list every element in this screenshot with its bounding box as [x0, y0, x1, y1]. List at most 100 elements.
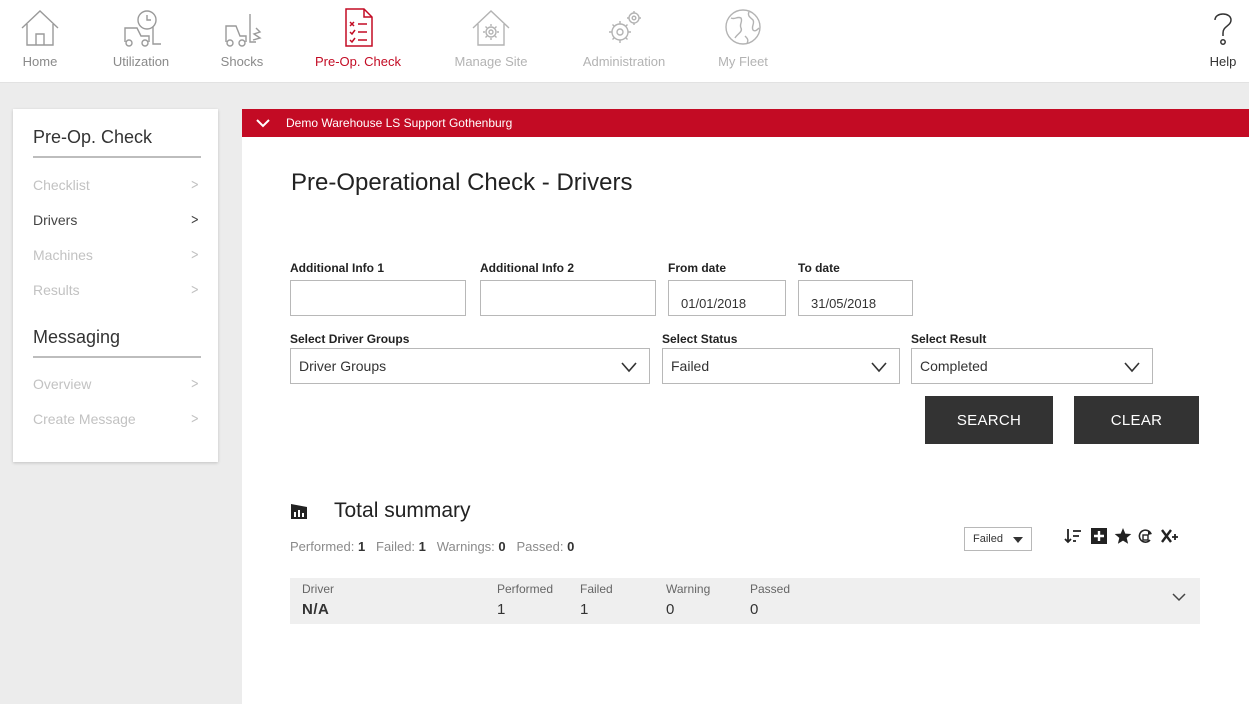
summary-stats: Performed: 1 Failed: 1 Warnings: 0 Passe… — [290, 539, 574, 554]
forklift-shock-icon — [225, 14, 262, 47]
cell-driver: N/A — [302, 601, 330, 618]
chevron-down-icon — [621, 362, 637, 373]
checklist-icon — [345, 8, 373, 47]
additional-info-1-input[interactable] — [290, 280, 466, 316]
chevron-down-icon — [1124, 362, 1140, 373]
column-header-failed: Failed — [580, 582, 613, 596]
sidebar-item-label: Results — [33, 282, 80, 298]
search-button[interactable]: SEARCH — [925, 396, 1053, 444]
to-date-label: To date — [798, 261, 840, 275]
additional-info-2-input[interactable] — [480, 280, 656, 316]
additional-info-2-label: Additional Info 2 — [480, 261, 574, 275]
nav-manage-site[interactable]: Manage Site — [449, 0, 533, 83]
chevron-right-icon: > — [191, 247, 200, 263]
from-date-input[interactable] — [668, 280, 786, 316]
cell-performed: 1 — [497, 601, 506, 618]
nav-label-manage-site: Manage Site — [454, 54, 528, 69]
driver-groups-value: Driver Groups — [299, 358, 387, 374]
page-title: Pre-Operational Check - Drivers — [291, 169, 633, 196]
excel-export-icon[interactable] — [1160, 526, 1182, 546]
failed-stat-label: Failed: — [376, 539, 416, 554]
result-value: Completed — [920, 358, 988, 374]
gears-icon — [609, 11, 641, 43]
chevron-down-icon[interactable] — [1172, 592, 1186, 602]
result-filter-select[interactable]: Failed — [964, 527, 1032, 551]
sidebar-item-machines[interactable]: Machines > — [33, 247, 201, 263]
cell-failed: 1 — [580, 601, 589, 618]
refresh-icon[interactable] — [1137, 526, 1155, 546]
nav-utilization[interactable]: Utilization — [106, 0, 176, 83]
failed-stat-value: 1 — [418, 539, 426, 554]
house-gear-icon — [472, 10, 510, 46]
chevron-down-icon — [256, 119, 270, 128]
chevron-down-icon — [871, 362, 887, 373]
clear-button[interactable]: CLEAR — [1074, 396, 1199, 444]
sidebar: Pre-Op. Check Checklist > Drivers > Mach… — [13, 109, 218, 462]
cell-passed: 0 — [750, 601, 759, 618]
driver-groups-select[interactable]: Driver Groups — [290, 348, 650, 384]
sidebar-item-label: Machines — [33, 247, 93, 263]
chevron-right-icon: > — [191, 212, 200, 228]
performed-stat-label: Performed: — [290, 539, 355, 554]
warnings-stat-label: Warnings: — [436, 539, 495, 554]
site-name: Demo Warehouse LS Support Gothenburg — [286, 116, 513, 130]
warnings-stat-value: 0 — [498, 539, 506, 554]
nav-label-help: Help — [1209, 54, 1237, 69]
column-header-warning: Warning — [666, 582, 711, 596]
driver-groups-label: Select Driver Groups — [290, 332, 410, 346]
sidebar-item-label: Create Message — [33, 411, 136, 427]
site-selector-bar[interactable]: Demo Warehouse LS Support Gothenburg — [242, 109, 1249, 137]
sidebar-heading-messaging: Messaging — [33, 327, 201, 358]
help-icon — [1214, 13, 1232, 45]
nav-help[interactable]: Help — [1206, 0, 1240, 83]
nav-home[interactable]: Home — [18, 0, 62, 83]
additional-info-1-label: Additional Info 1 — [290, 261, 384, 275]
nav-label-shocks: Shocks — [220, 54, 264, 69]
home-icon — [21, 10, 59, 46]
nav-administration[interactable]: Administration — [574, 0, 674, 83]
sidebar-item-label: Checklist — [33, 177, 90, 193]
result-label: Select Result — [911, 332, 987, 346]
sort-icon[interactable] — [1064, 526, 1082, 546]
sidebar-item-checklist[interactable]: Checklist > — [33, 177, 201, 193]
passed-stat-label: Passed: — [516, 539, 564, 554]
table-row[interactable]: Driver N/A Performed 1 Failed 1 Warning … — [290, 578, 1200, 624]
nav-label-utilization: Utilization — [112, 54, 170, 69]
sidebar-item-create-message[interactable]: Create Message > — [33, 411, 201, 427]
to-date-input[interactable] — [798, 280, 913, 316]
summary-chart-icon — [291, 504, 307, 519]
nav-label-pre-op-check: Pre-Op. Check — [315, 54, 401, 69]
from-date-label: From date — [668, 261, 727, 275]
passed-stat-value: 0 — [567, 539, 575, 554]
nav-label-my-fleet: My Fleet — [718, 54, 768, 69]
sidebar-item-results[interactable]: Results > — [33, 282, 201, 298]
main-panel: Demo Warehouse LS Support Gothenburg Pre… — [242, 109, 1249, 704]
cell-warning: 0 — [666, 601, 675, 618]
chevron-right-icon: > — [191, 411, 200, 427]
column-header-passed: Passed — [750, 582, 791, 596]
status-label: Select Status — [662, 332, 738, 346]
status-select[interactable]: Failed — [662, 348, 900, 384]
result-select[interactable]: Completed — [911, 348, 1153, 384]
expand-all-icon[interactable] — [1090, 526, 1108, 546]
forklift-clock-icon — [124, 10, 161, 47]
summary-title: Total summary — [334, 499, 471, 522]
sidebar-item-label: Overview — [33, 376, 92, 392]
chevron-right-icon: > — [191, 282, 200, 298]
nav-shocks[interactable]: Shocks — [218, 0, 266, 83]
performed-stat-value: 1 — [357, 539, 366, 554]
status-value: Failed — [671, 358, 710, 374]
nav-my-fleet[interactable]: My Fleet — [713, 0, 773, 83]
sidebar-item-drivers[interactable]: Drivers > — [33, 212, 201, 228]
chevron-right-icon: > — [191, 177, 200, 193]
nav-pre-op-check[interactable]: Pre-Op. Check — [310, 0, 406, 83]
column-header-performed: Performed — [497, 582, 554, 596]
caret-down-icon — [1013, 537, 1023, 543]
sidebar-item-label: Drivers — [33, 212, 78, 228]
nav-label-administration: Administration — [582, 54, 666, 69]
top-navigation: Home Utilization Shocks Pre-Op. Check Ma… — [0, 0, 1249, 83]
chevron-right-icon: > — [191, 376, 200, 392]
nav-label-home: Home — [22, 54, 58, 69]
favorite-star-icon[interactable] — [1114, 526, 1132, 546]
sidebar-item-overview[interactable]: Overview > — [33, 376, 201, 392]
